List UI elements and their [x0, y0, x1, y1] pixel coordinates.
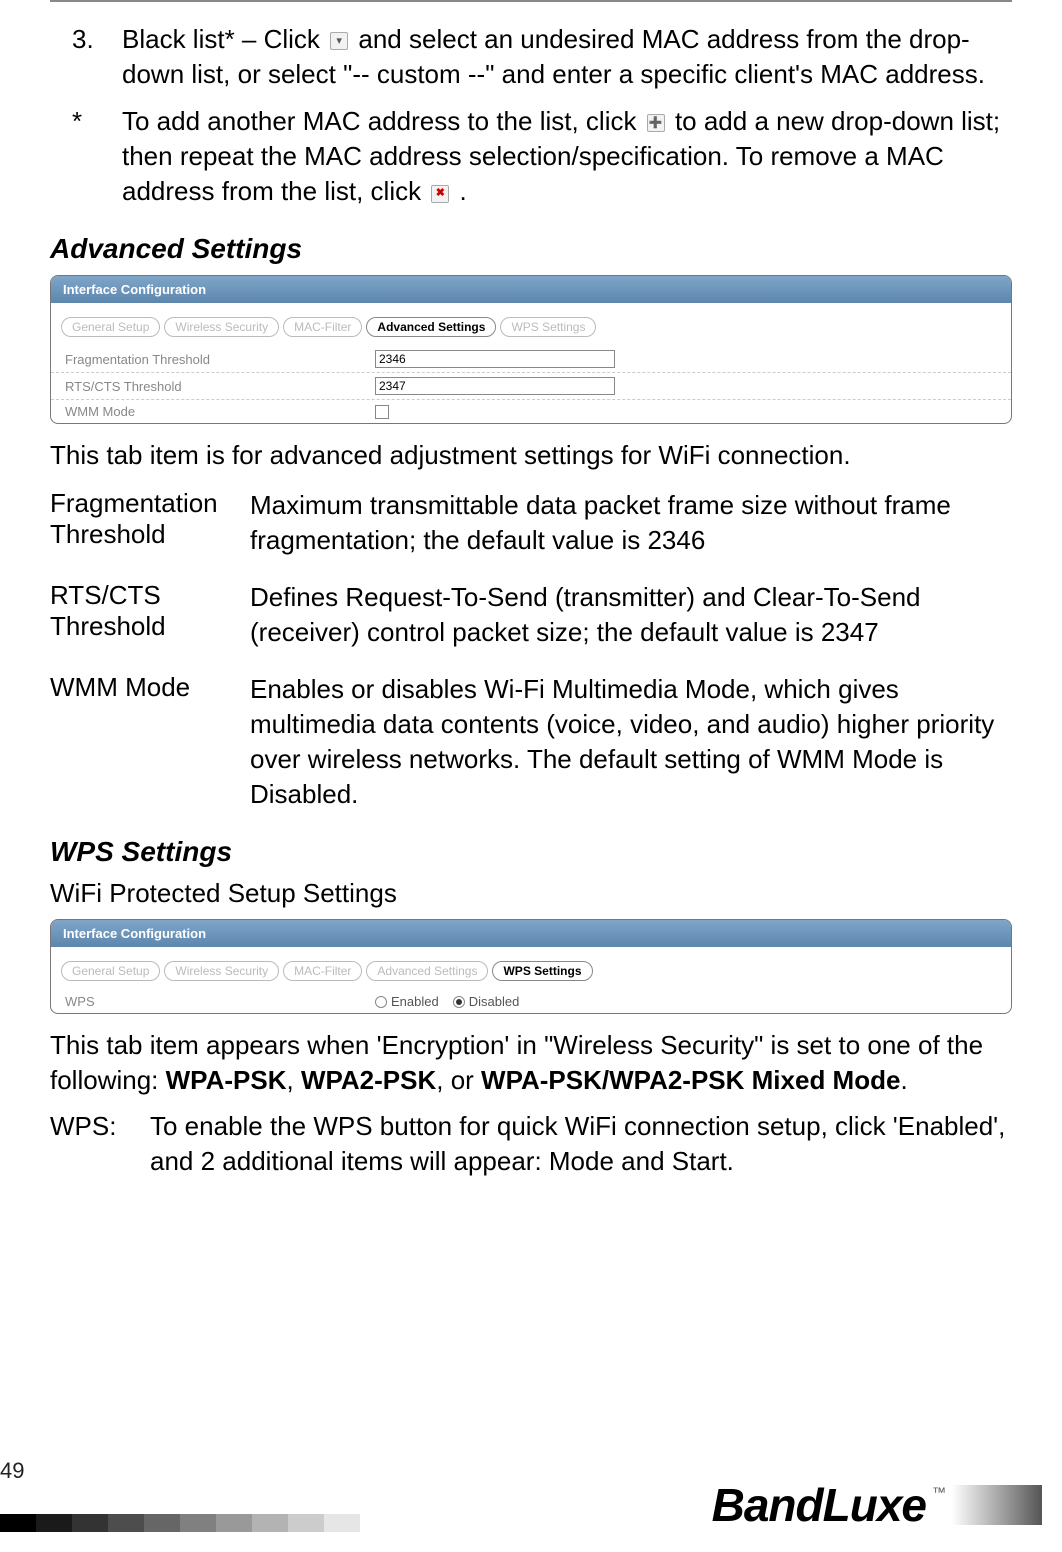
- step-text-before: Black list* – Click: [122, 24, 327, 54]
- wps-note: This tab item appears when 'Encryption' …: [50, 1028, 1012, 1098]
- wps-row-label: WPS: [65, 994, 375, 1009]
- wps-enabled-radio[interactable]: Enabled: [375, 994, 439, 1009]
- wps-bold3: WPA-PSK/WPA2-PSK Mixed Mode: [481, 1065, 900, 1095]
- tab-wps-settings[interactable]: WPS Settings: [492, 961, 592, 981]
- def-fragmentation-term: Fragmentation Threshold: [50, 488, 250, 558]
- wps-sep1: ,: [286, 1065, 300, 1095]
- footnote-part3: .: [460, 176, 467, 206]
- step-number: 3.: [50, 22, 122, 92]
- def-wmm-term: WMM Mode: [50, 672, 250, 812]
- wps-panel-title: Interface Configuration: [51, 920, 1011, 947]
- remove-icon: ✖: [431, 185, 449, 203]
- tab-wireless-security[interactable]: Wireless Security: [164, 961, 279, 981]
- wps-bold1: WPA-PSK: [166, 1065, 287, 1095]
- wps-after: .: [900, 1065, 907, 1095]
- fragmentation-input[interactable]: [375, 350, 615, 368]
- tab-general-setup[interactable]: General Setup: [61, 961, 160, 981]
- def-wmm: WMM Mode Enables or disables Wi-Fi Multi…: [50, 672, 1012, 812]
- footnote-body: To add another MAC address to the list, …: [122, 104, 1012, 209]
- wps-def-body: To enable the WPS button for quick WiFi …: [150, 1109, 1012, 1179]
- wps-disabled-radio[interactable]: Disabled: [453, 994, 520, 1009]
- wps-definition: WPS: To enable the WPS button for quick …: [50, 1109, 1012, 1179]
- advanced-tabs: General Setup Wireless Security MAC-Filt…: [51, 303, 1011, 345]
- advanced-settings-heading: Advanced Settings: [50, 233, 1012, 265]
- right-gradient: [952, 1485, 1042, 1525]
- page-footer: 49 BandLuxe ™: [0, 1458, 1062, 1532]
- tab-advanced-settings[interactable]: Advanced Settings: [366, 317, 496, 337]
- wps-settings-heading: WPS Settings: [50, 836, 1012, 868]
- wps-bold2: WPA2-PSK: [301, 1065, 436, 1095]
- rts-input[interactable]: [375, 377, 615, 395]
- add-icon: ➕: [647, 114, 665, 132]
- brand-logo-text: BandLuxe: [712, 1478, 926, 1532]
- wps-tabs: General Setup Wireless Security MAC-Filt…: [51, 947, 1011, 989]
- wmm-checkbox[interactable]: [375, 405, 389, 419]
- tab-wps-settings[interactable]: WPS Settings: [500, 317, 596, 337]
- wps-def-term: WPS:: [50, 1109, 150, 1179]
- wmm-label: WMM Mode: [65, 404, 375, 419]
- panel-title: Interface Configuration: [51, 276, 1011, 303]
- page-number: 49: [0, 1458, 360, 1510]
- tab-wireless-security[interactable]: Wireless Security: [164, 317, 279, 337]
- brand-logo: BandLuxe ™: [712, 1478, 1062, 1532]
- footnote-part1: To add another MAC address to the list, …: [122, 106, 644, 136]
- gradient-strip: [0, 1514, 360, 1532]
- wps-subhead: WiFi Protected Setup Settings: [50, 878, 1012, 909]
- advanced-caption: This tab item is for advanced adjustment…: [50, 438, 1012, 473]
- def-fragmentation: Fragmentation Threshold Maximum transmit…: [50, 488, 1012, 558]
- wps-sep2: , or: [436, 1065, 481, 1095]
- wps-settings-panel: Interface Configuration General Setup Wi…: [50, 919, 1012, 1014]
- step-body: Black list* – Click ▾ and select an unde…: [122, 22, 1012, 92]
- def-rts-term: RTS/CTS Threshold: [50, 580, 250, 650]
- black-list-step: 3. Black list* – Click ▾ and select an u…: [50, 22, 1012, 92]
- dropdown-icon: ▾: [330, 32, 348, 50]
- def-rts: RTS/CTS Threshold Defines Request-To-Sen…: [50, 580, 1012, 650]
- def-rts-body: Defines Request-To-Send (transmitter) an…: [250, 580, 1012, 650]
- rts-label: RTS/CTS Threshold: [65, 379, 375, 394]
- advanced-definitions: Fragmentation Threshold Maximum transmit…: [50, 488, 1012, 813]
- tab-advanced-settings[interactable]: Advanced Settings: [366, 961, 488, 981]
- wmm-row: WMM Mode: [51, 399, 1011, 423]
- def-fragmentation-body: Maximum transmittable data packet frame …: [250, 488, 1012, 558]
- rts-row: RTS/CTS Threshold: [51, 372, 1011, 399]
- tab-mac-filter[interactable]: MAC-Filter: [283, 961, 362, 981]
- fragmentation-label: Fragmentation Threshold: [65, 352, 375, 367]
- tab-general-setup[interactable]: General Setup: [61, 317, 160, 337]
- wps-row: WPS Enabled Disabled: [51, 989, 1011, 1013]
- fragmentation-row: Fragmentation Threshold: [51, 345, 1011, 372]
- footnote: * To add another MAC address to the list…: [50, 104, 1012, 209]
- advanced-settings-panel: Interface Configuration General Setup Wi…: [50, 275, 1012, 424]
- def-wmm-body: Enables or disables Wi-Fi Multimedia Mod…: [250, 672, 1012, 812]
- trademark-symbol: ™: [932, 1484, 946, 1500]
- wps-enabled-label: Enabled: [391, 994, 439, 1009]
- footnote-marker: *: [50, 104, 122, 209]
- tab-mac-filter[interactable]: MAC-Filter: [283, 317, 362, 337]
- wps-disabled-label: Disabled: [469, 994, 520, 1009]
